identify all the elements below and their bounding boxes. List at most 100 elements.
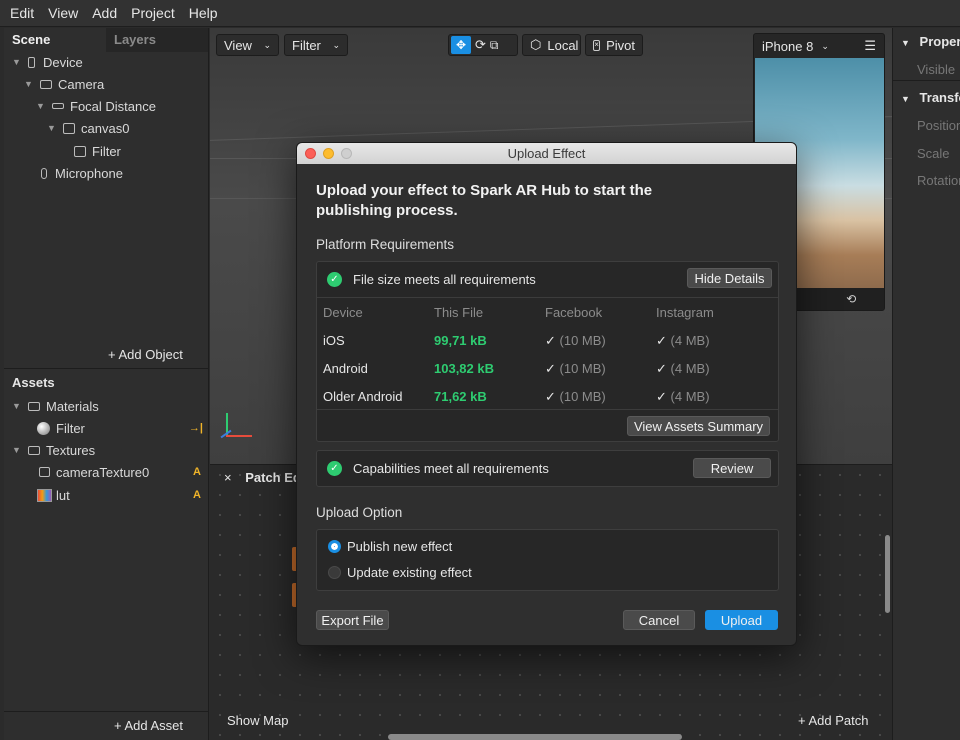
left-tabs: Scene Layers — [4, 28, 208, 52]
properties-header[interactable]: ▼ Properties — [901, 34, 960, 49]
update-existing-label[interactable]: Update existing effect — [347, 565, 472, 580]
review-button[interactable]: Review — [693, 458, 771, 478]
add-asset-button[interactable]: + Add Asset — [114, 718, 183, 733]
menubar: Edit View Add Project Help — [0, 0, 960, 27]
upload-button[interactable]: Upload — [705, 610, 778, 630]
rotate-device-icon[interactable]: ⟲ — [846, 292, 856, 306]
update-existing-radio[interactable] — [328, 566, 341, 579]
asset-item-label: Textures — [46, 442, 96, 458]
scene-item-camera[interactable]: ▼ Camera — [24, 73, 104, 95]
view-dropdown[interactable]: View ⌄ — [216, 34, 279, 56]
asset-item-label: cameraTexture0 — [56, 464, 150, 480]
asset-item-label: Materials — [46, 398, 99, 414]
export-file-button[interactable]: Export File — [316, 610, 389, 630]
rotation-label: Rotation — [917, 173, 960, 188]
divider — [4, 711, 209, 712]
menu-project[interactable]: Project — [131, 5, 175, 21]
asset-item-textures[interactable]: ▼ Textures — [12, 439, 95, 461]
menu-view[interactable]: View — [48, 5, 78, 21]
asset-item-materials[interactable]: ▼ Materials — [12, 395, 99, 417]
scene-item-canvas0[interactable]: ▼ canvas0 — [47, 117, 129, 139]
asset-item-label: Filter — [56, 420, 85, 436]
minimize-window-button[interactable] — [323, 148, 334, 159]
device-preview-header: iPhone 8 ⌄ ☰ — [754, 34, 884, 58]
pivot-toggle[interactable]: × Pivot — [585, 34, 643, 56]
caret-down-icon: ▼ — [901, 38, 910, 48]
instagram-limit: (4 MB) — [670, 361, 710, 376]
menu-edit[interactable]: Edit — [10, 5, 34, 21]
dialog-title: Upload Effect — [507, 146, 586, 161]
tab-scene[interactable]: Scene — [4, 28, 106, 52]
pivot-label: Pivot — [606, 37, 635, 53]
checkmark-icon: ✓ — [656, 333, 667, 348]
tab-layers[interactable]: Layers — [106, 28, 208, 52]
caret-down-icon: ▼ — [901, 94, 910, 104]
row-file-size: 99,71 kB — [434, 333, 487, 348]
asset-item-filter[interactable]: Filter →| — [37, 417, 205, 439]
scene-item-focal-distance[interactable]: ▼ Focal Distance — [36, 95, 156, 117]
caret-down-icon[interactable]: ▼ — [47, 123, 57, 133]
transform-tools: ✥ ⟳ ⧉ — [448, 34, 518, 56]
scale-icon[interactable]: ⧉ — [490, 38, 499, 53]
caret-down-icon[interactable]: ▼ — [24, 79, 34, 89]
caret-down-icon[interactable]: ▼ — [12, 57, 22, 67]
menu-add[interactable]: Add — [92, 5, 117, 21]
caret-down-icon[interactable]: ▼ — [36, 101, 46, 111]
publish-new-label[interactable]: Publish new effect — [347, 539, 452, 554]
checkmark-icon: ✓ — [545, 389, 556, 404]
rotate-icon[interactable]: ⟳ — [475, 37, 486, 53]
scene-item-device[interactable]: ▼ Device — [12, 51, 83, 73]
view-assets-summary-button[interactable]: View Assets Summary — [627, 416, 770, 436]
phone-icon — [28, 56, 35, 68]
asset-item-cameratexture0[interactable]: cameraTexture0 A — [39, 461, 205, 483]
publish-new-radio[interactable] — [328, 540, 341, 553]
local-toggle[interactable]: ⬡ Local — [522, 34, 581, 56]
scene-item-filter[interactable]: Filter — [74, 140, 121, 162]
hamburger-menu-icon[interactable]: ☰ — [864, 38, 876, 54]
ruler-icon — [52, 103, 64, 109]
filter-dropdown[interactable]: Filter ⌄ — [284, 34, 348, 56]
position-label: Position — [917, 118, 960, 133]
hide-details-button[interactable]: Hide Details — [687, 268, 772, 288]
capabilities-box: ✓ Capabilities meet all requirements Rev… — [316, 450, 779, 487]
device-dropdown[interactable]: iPhone 8 ⌄ — [762, 39, 829, 54]
column-header-device: Device — [323, 305, 363, 320]
row-file-size: 103,82 kB — [434, 361, 494, 376]
chevron-down-icon: ⌄ — [821, 40, 829, 51]
caret-down-icon[interactable]: ▼ — [12, 445, 22, 455]
capabilities-status: Capabilities meet all requirements — [353, 461, 549, 476]
chevron-down-icon: ⌄ — [263, 39, 271, 50]
close-icon[interactable]: × — [224, 470, 232, 485]
check-circle-icon: ✓ — [327, 272, 342, 287]
scene-item-microphone[interactable]: Microphone — [41, 162, 123, 184]
close-window-button[interactable] — [305, 148, 316, 159]
dialog-titlebar: Upload Effect — [297, 143, 796, 164]
move-icon[interactable]: ✥ — [451, 36, 471, 54]
view-dropdown-label: View — [224, 37, 252, 53]
dialog-heading: Upload your effect to Spark AR Hub to st… — [316, 182, 653, 219]
menu-help[interactable]: Help — [189, 5, 218, 21]
folder-icon — [28, 445, 40, 455]
cancel-button[interactable]: Cancel — [623, 610, 695, 630]
add-patch-button[interactable]: + Add Patch — [798, 713, 868, 728]
folder-icon — [28, 401, 40, 411]
add-object-button[interactable]: + Add Object — [108, 347, 183, 362]
facebook-limit: (10 MB) — [559, 389, 606, 404]
horizontal-scrollbar[interactable] — [388, 734, 682, 740]
transform-title: Transform — [919, 90, 960, 105]
vertical-scrollbar[interactable] — [885, 535, 890, 613]
zoom-window-button[interactable] — [341, 148, 352, 159]
instagram-limit: (4 MB) — [670, 333, 710, 348]
column-header-facebook: Facebook — [545, 305, 603, 320]
caret-down-icon[interactable]: ▼ — [12, 401, 22, 411]
show-map-button[interactable]: Show Map — [227, 713, 288, 728]
local-label: Local — [547, 37, 579, 53]
transform-header[interactable]: ▼ Transform — [901, 90, 960, 105]
scene-item-label: Device — [43, 54, 83, 70]
asset-item-lut[interactable]: lut A — [37, 484, 205, 506]
assign-icon[interactable]: →| — [189, 422, 203, 434]
check-circle-icon: ✓ — [327, 461, 342, 476]
lut-icon — [37, 488, 52, 502]
file-size-status: File size meets all requirements — [353, 272, 536, 287]
sphere-icon — [37, 421, 50, 435]
